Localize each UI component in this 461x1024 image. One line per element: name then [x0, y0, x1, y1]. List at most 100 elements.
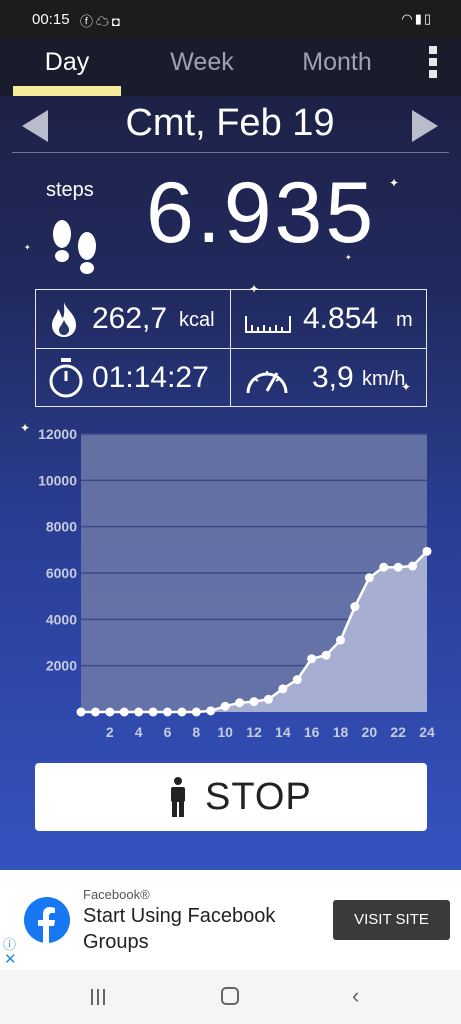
chart-x-tick-label: 22 — [390, 724, 406, 740]
date-navigation: Cmt, Feb 19 — [0, 96, 461, 154]
chart-x-tick-label: 20 — [362, 724, 378, 740]
next-day-icon[interactable] — [412, 110, 438, 142]
recent-apps-icon[interactable] — [91, 989, 109, 1005]
chart-data-point — [422, 546, 432, 556]
chart-data-point — [263, 694, 273, 704]
chart-data-point — [408, 561, 418, 571]
chart-x-tick-label: 16 — [304, 724, 320, 740]
distance-unit: m — [396, 309, 413, 331]
chart-data-point — [393, 562, 403, 572]
status-notification-icons: ⓕ☁◘ — [80, 11, 123, 30]
facebook-icon: ⓕ — [80, 14, 97, 29]
cloud-icon: ☁ — [96, 14, 113, 29]
period-tabs: Day Week Month — [0, 38, 461, 96]
tab-day[interactable]: Day — [2, 48, 132, 77]
instagram-icon: ◘ — [112, 14, 123, 29]
speed-value: 3,9 — [312, 361, 354, 394]
stopwatch-icon — [49, 358, 83, 398]
status-system-icons: ◠▮▯ — [401, 11, 433, 27]
stop-button[interactable]: STOP — [35, 763, 427, 831]
chart-x-tick-label: 12 — [246, 724, 262, 740]
chart-x-tick-label: 4 — [135, 724, 143, 740]
speedometer-icon — [246, 371, 288, 394]
previous-day-icon[interactable] — [22, 110, 48, 142]
speed-unit: km/h — [362, 368, 406, 390]
battery-icon: ▯ — [423, 11, 433, 26]
duration-value: 01:14:27 — [92, 361, 209, 394]
chart-data-point — [206, 706, 216, 716]
chart-data-point — [76, 707, 86, 717]
chart-data-point — [336, 635, 345, 645]
tab-month[interactable]: Month — [272, 48, 402, 77]
stop-label: STOP — [205, 776, 312, 818]
chart-data-point — [163, 707, 172, 717]
chart-data-point — [307, 654, 317, 664]
facebook-logo-icon — [24, 897, 70, 943]
ad-close-icon[interactable]: ✕ — [4, 950, 17, 968]
visit-site-button[interactable]: VISIT SITE — [333, 900, 450, 940]
sparkle-decoration: ✦ — [389, 176, 400, 190]
chart-data-point — [177, 707, 187, 717]
distance-value: 4.854 — [303, 302, 379, 335]
active-tab-indicator — [13, 86, 121, 96]
chart-data-point — [379, 562, 389, 572]
chart-data-point — [220, 701, 230, 711]
back-icon[interactable]: ‹ — [352, 983, 359, 1009]
chart-x-tick-label: 2 — [106, 724, 114, 740]
chart-data-point — [292, 675, 302, 685]
calories-value: 262,7 — [92, 302, 168, 335]
steps-hourly-chart: 200040006000800010000120002 4 6 8 10 12 14 16 18… — [38, 426, 435, 740]
system-navigation-bar: ‹ — [0, 970, 461, 1024]
tab-week[interactable]: Week — [137, 48, 267, 77]
chart-data-point — [364, 573, 374, 583]
stats-grid: 262,7 kcal 4.854 m 01:14:27 3,9 km/h — [35, 289, 427, 407]
chart-y-tick-label: 2000 — [46, 658, 77, 674]
ad-source: Facebook® — [83, 887, 150, 902]
ruler-icon — [245, 316, 291, 333]
pedometer-app: Day Week Month Cmt, Feb 19 steps 6.935 2… — [0, 38, 461, 870]
chart-x-tick-label: 18 — [333, 724, 349, 740]
chart-data-point — [278, 684, 288, 694]
chart-data-point — [350, 602, 360, 612]
person-icon — [171, 777, 185, 817]
ad-title: Start Using Facebook Groups — [83, 905, 276, 953]
chart-y-tick-label: 6000 — [46, 565, 77, 581]
divider — [12, 152, 449, 153]
chart-y-tick-label: 10000 — [38, 472, 77, 488]
chart-data-point — [321, 650, 331, 660]
chart-x-tick-label: 8 — [192, 724, 200, 740]
chart-x-tick-label: 24 — [419, 724, 435, 740]
chart-data-point — [119, 707, 129, 717]
overflow-menu-icon[interactable] — [426, 46, 440, 82]
chart-data-point — [249, 697, 259, 707]
status-time: 00:15 — [32, 11, 70, 28]
chart-data-point — [90, 707, 100, 717]
signal-icon: ▮ — [414, 11, 424, 26]
chart-y-tick-label: 8000 — [46, 519, 77, 535]
chart-data-point — [148, 707, 158, 717]
sparkle-decoration: ✦ — [20, 421, 31, 435]
chart-x-tick-label: 6 — [164, 724, 172, 740]
chart-data-point — [235, 698, 245, 708]
footprints-icon — [53, 220, 96, 274]
chart-y-tick-label: 12000 — [38, 426, 77, 442]
chart-x-tick-label: 14 — [275, 724, 291, 740]
sparkle-decoration: ✦ — [24, 243, 31, 252]
sparkle-decoration: ✦ — [249, 282, 260, 296]
grid-divider-horizontal — [36, 348, 426, 349]
chart-data-point — [105, 707, 115, 717]
wifi-icon: ◠ — [401, 11, 415, 26]
ad-banner[interactable]: Facebook® Start Using Facebook Groups VI… — [0, 870, 461, 970]
calories-unit: kcal — [179, 309, 215, 331]
status-bar: 00:15 ⓕ☁◘ ◠▮▯ — [0, 0, 461, 38]
sparkle-decoration: ✦ — [401, 380, 412, 394]
chart-data-point — [191, 707, 201, 717]
fire-icon — [52, 302, 76, 337]
step-count: 6.935 — [146, 165, 377, 261]
sparkle-decoration: ✦ — [345, 253, 352, 262]
chart-x-tick-label: 10 — [217, 724, 233, 740]
steps-label: steps — [46, 179, 94, 201]
chart-data-point — [134, 707, 144, 717]
home-icon[interactable] — [221, 987, 239, 1005]
chart-y-tick-label: 4000 — [46, 611, 77, 627]
